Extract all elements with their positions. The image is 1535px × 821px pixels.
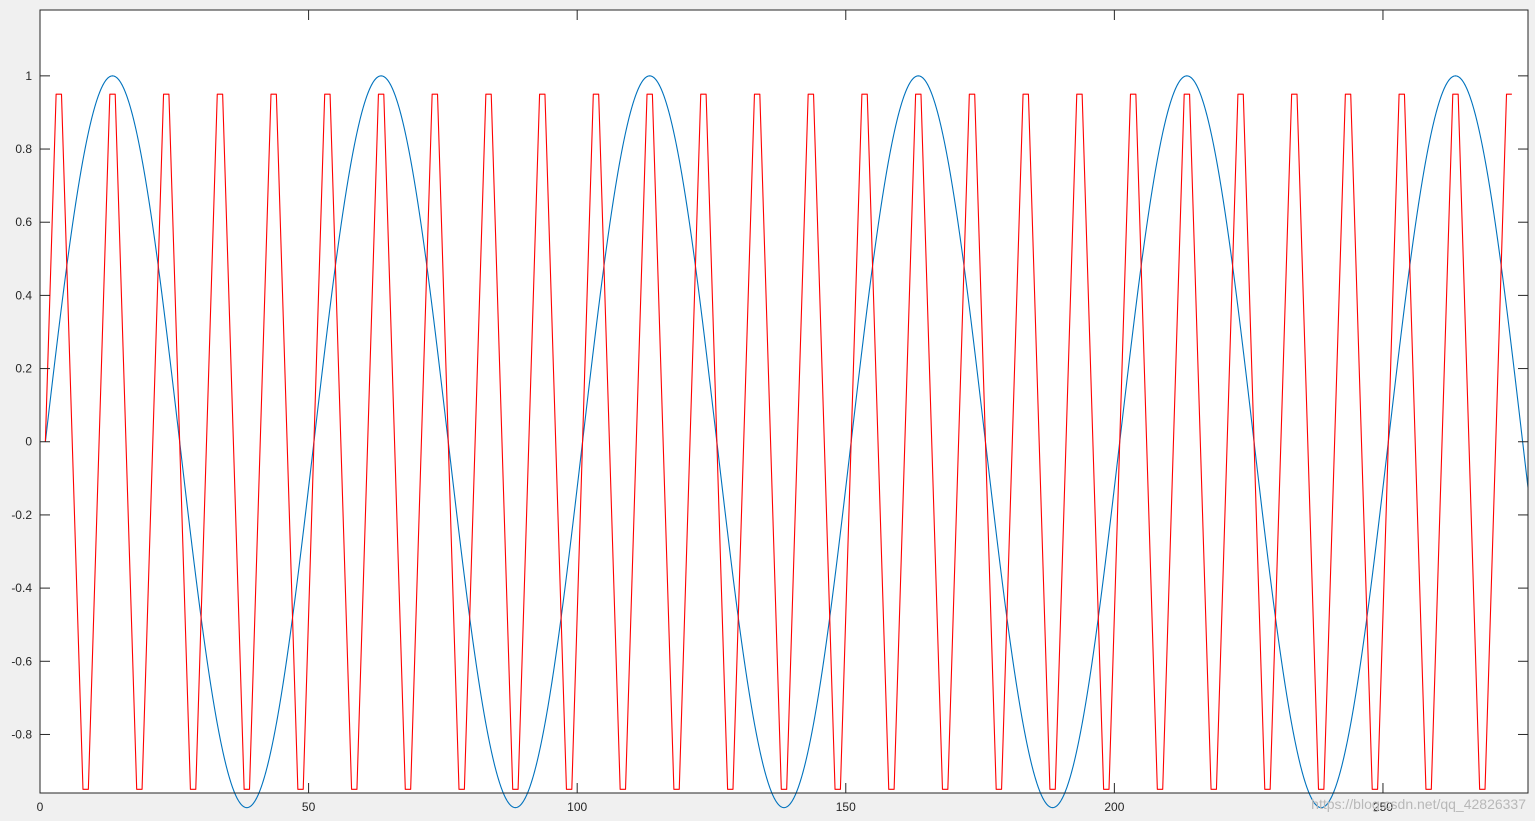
watermark-text: https://blog.csdn.net/qq_42826337 xyxy=(1311,796,1526,812)
chart: 0 50 100 150 200 250-0.8-0.6-0.4-0.200.20.40.… xyxy=(0,0,1535,821)
y-tick-label: 0.6 xyxy=(15,215,32,229)
y-tick-label: -0.2 xyxy=(11,508,32,522)
y-tick-label: 0 xyxy=(25,435,32,449)
x-tick-label: 200 xyxy=(1104,800,1124,814)
y-tick-label: 1 xyxy=(25,69,32,83)
y-tick-label: -0.8 xyxy=(11,727,32,741)
x-tick-label: 150 xyxy=(836,800,856,814)
y-tick-label: 0.2 xyxy=(15,362,32,376)
y-tick-label: 0.8 xyxy=(15,142,32,156)
x-tick-label: 50 xyxy=(302,800,316,814)
y-tick-label: -0.4 xyxy=(11,581,32,595)
axes-background xyxy=(40,10,1528,793)
y-tick-label: 0.4 xyxy=(15,288,32,302)
x-tick-label: 0 xyxy=(37,800,44,814)
x-tick-label: 100 xyxy=(567,800,587,814)
y-tick-label: -0.6 xyxy=(11,654,32,668)
